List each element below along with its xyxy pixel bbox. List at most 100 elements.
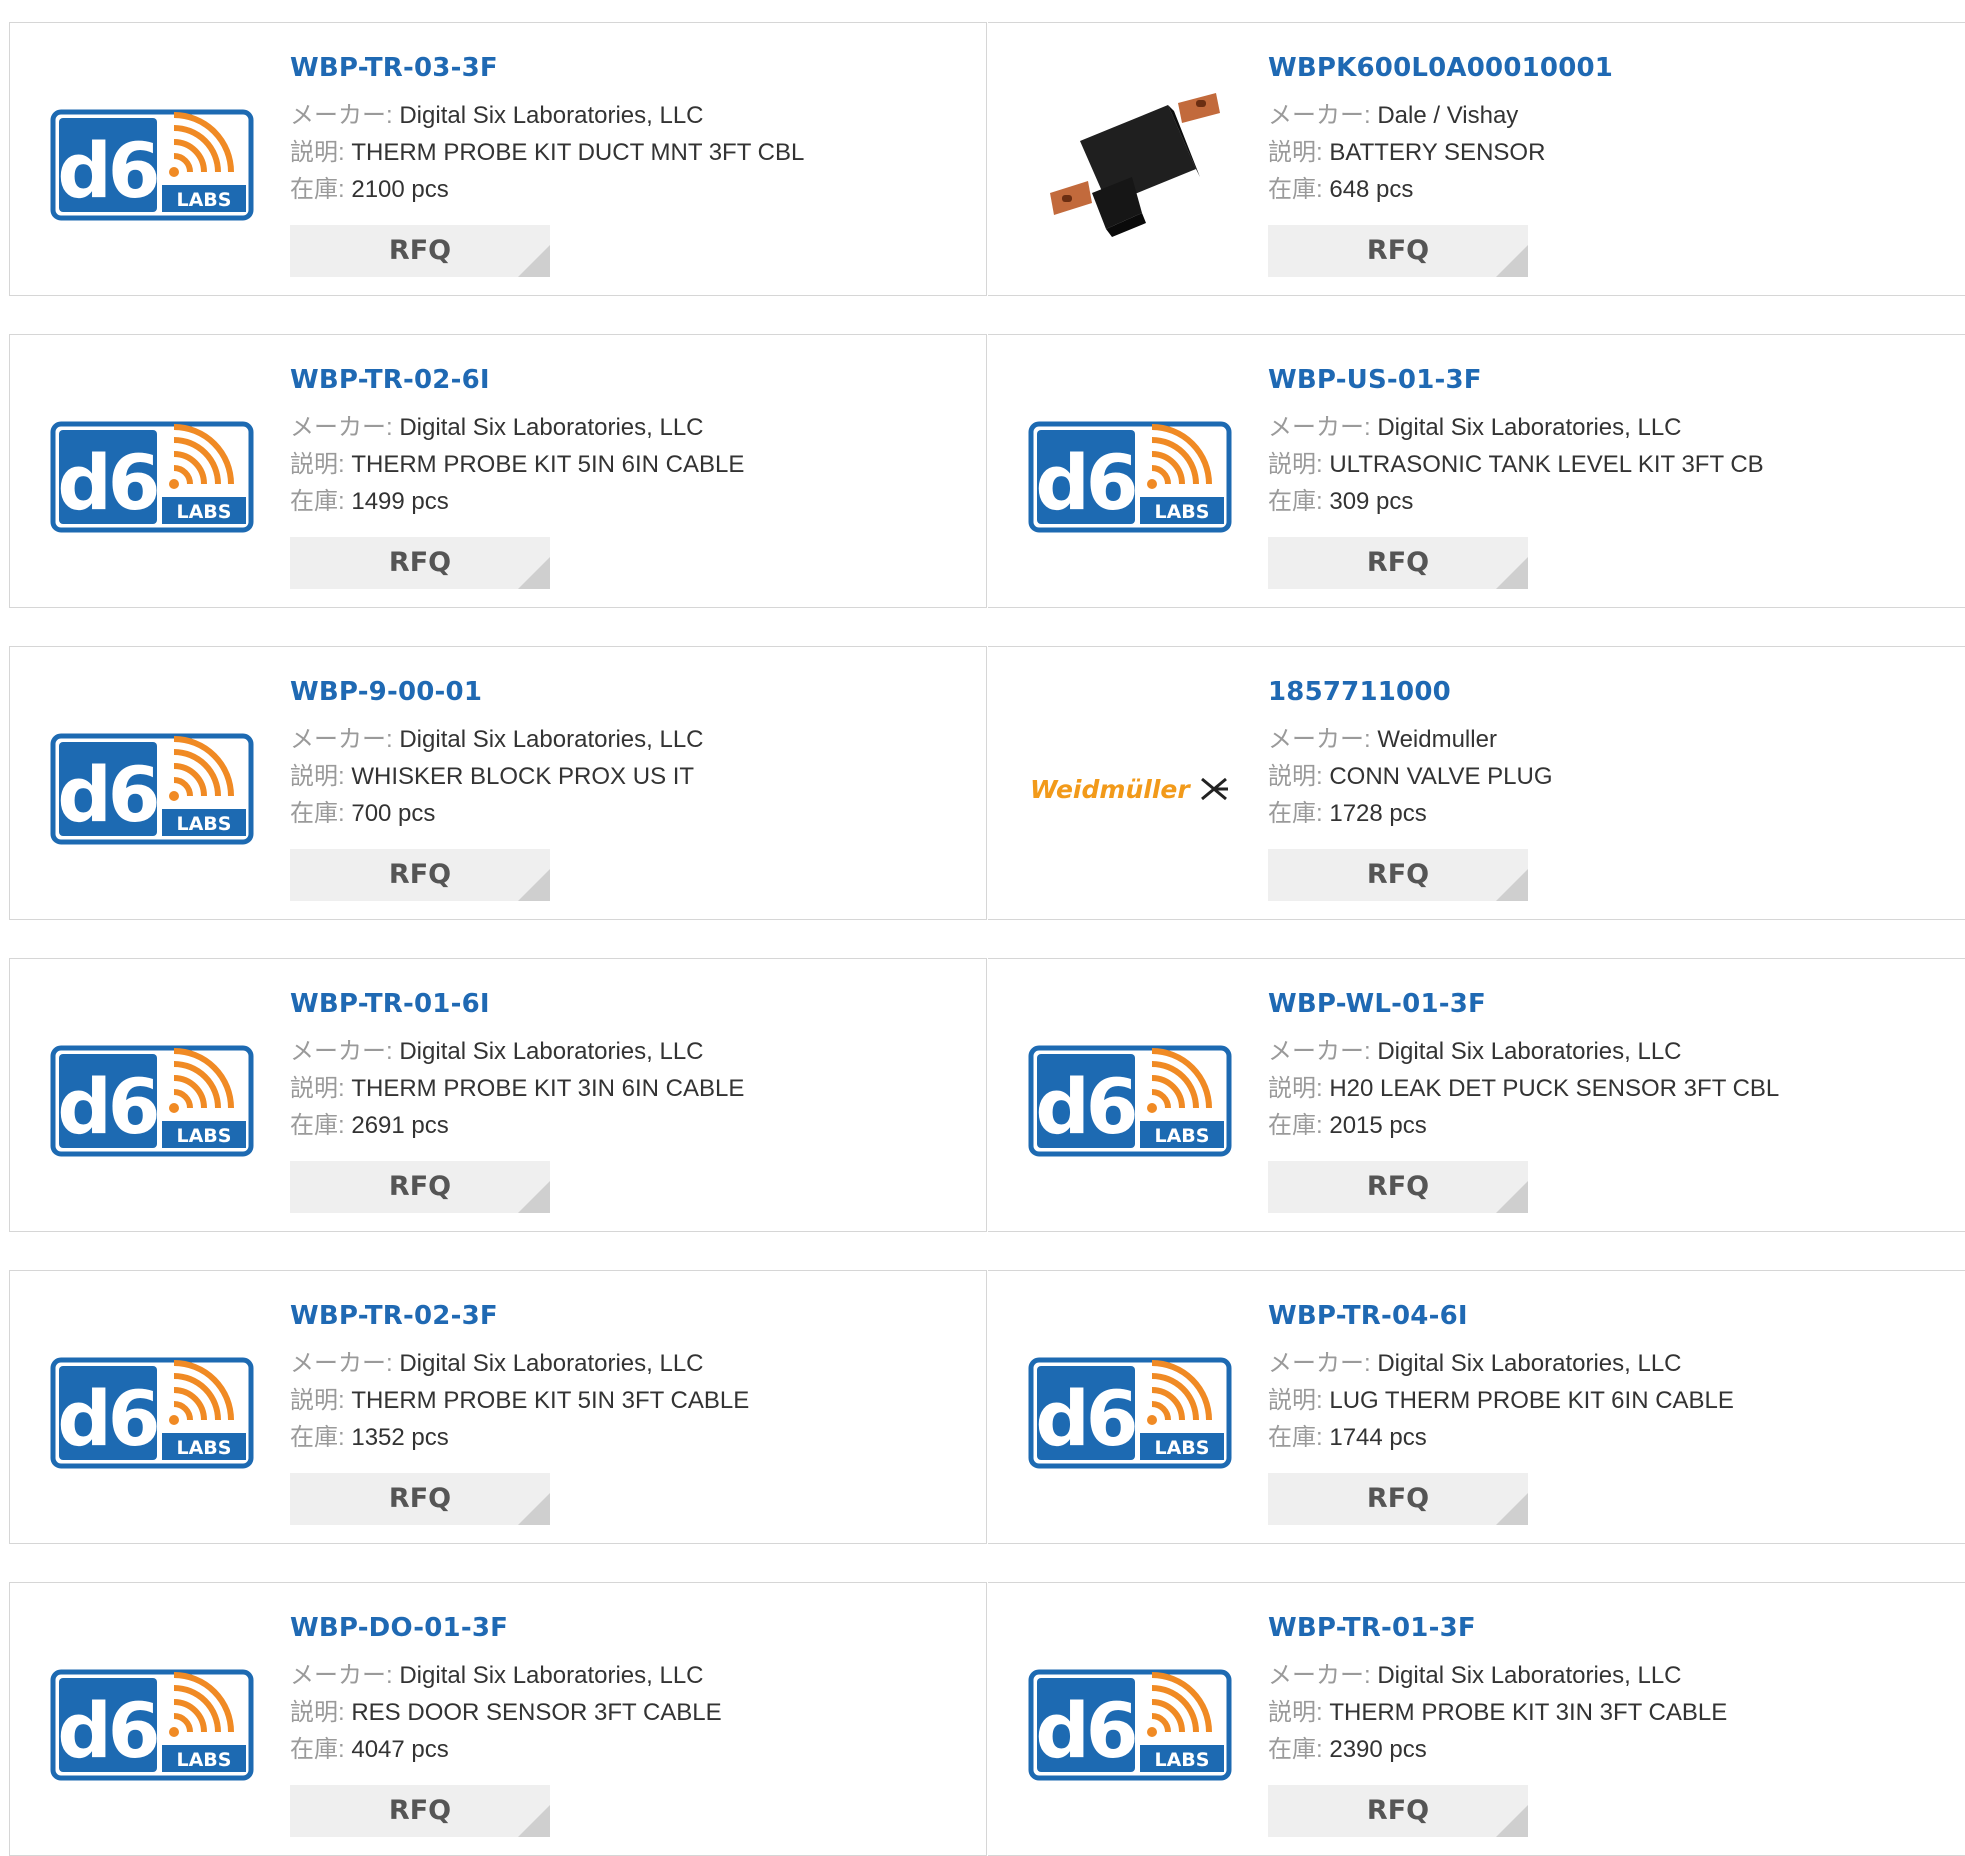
rfq-button[interactable]: RFQ	[290, 849, 550, 901]
d6-labs-logo[interactable]: d6 LABS	[1028, 421, 1232, 533]
maker-value: Digital Six Laboratories, LLC	[399, 102, 704, 129]
maker-label: メーカー:	[1268, 414, 1371, 441]
corner-triangle-icon	[1496, 1805, 1528, 1837]
description-row: 説明: WHISKER BLOCK PROX US IT	[290, 758, 704, 795]
stock-row: 在庫: 2691 pcs	[290, 1107, 744, 1144]
maker-label: メーカー:	[1268, 1662, 1371, 1689]
part-number-link[interactable]: WBP-TR-01-6I	[290, 989, 744, 1019]
maker-value: Digital Six Laboratories, LLC	[399, 726, 704, 753]
stock-row: 在庫: 1744 pcs	[1268, 1419, 1734, 1456]
part-number-link[interactable]: WBP-TR-02-3F	[290, 1301, 749, 1331]
description-value: THERM PROBE KIT 3IN 3FT CABLE	[1329, 1699, 1728, 1726]
stock-value: 1352 pcs	[351, 1424, 449, 1451]
stock-label: 在庫:	[1268, 1112, 1323, 1139]
part-number-link[interactable]: WBP-TR-02-6I	[290, 365, 744, 395]
maker-row: メーカー: Digital Six Laboratories, LLC	[1268, 1033, 1779, 1070]
svg-text:LABS: LABS	[1155, 1125, 1210, 1147]
product-card: d6 LABS WBP-US-01-3F メーカー: Digital Six Labo…	[988, 334, 1965, 608]
rfq-button[interactable]: RFQ	[1268, 1161, 1528, 1213]
part-number-link[interactable]: WBP-WL-01-3F	[1268, 989, 1779, 1019]
svg-text:d6: d6	[57, 438, 156, 527]
stock-value: 309 pcs	[1329, 488, 1414, 515]
part-number-link[interactable]: 1857711000	[1268, 677, 1553, 707]
part-number-link[interactable]: WBP-TR-03-3F	[290, 53, 804, 83]
rfq-button[interactable]: RFQ	[1268, 225, 1528, 277]
maker-value: Digital Six Laboratories, LLC	[1377, 1662, 1682, 1689]
stock-value: 1499 pcs	[351, 488, 449, 515]
part-number-link[interactable]: WBPK600L0A00010001	[1268, 53, 1613, 83]
description-label: 説明:	[290, 139, 345, 166]
part-number-link[interactable]: WBP-TR-01-3F	[1268, 1613, 1727, 1643]
maker-value: Digital Six Laboratories, LLC	[399, 414, 704, 441]
stock-label: 在庫:	[1268, 800, 1323, 827]
rfq-button[interactable]: RFQ	[290, 1785, 550, 1837]
d6-labs-logo[interactable]: d6 LABS	[1028, 1357, 1232, 1469]
rfq-label: RFQ	[388, 235, 452, 266]
svg-text:LABS: LABS	[1155, 1437, 1210, 1459]
description-row: 説明: THERM PROBE KIT 3IN 3FT CABLE	[1268, 1694, 1727, 1731]
d6-labs-logo[interactable]: d6 LABS	[50, 733, 254, 845]
d6-labs-logo[interactable]: d6 LABS	[50, 1357, 254, 1469]
rfq-button[interactable]: RFQ	[1268, 537, 1528, 589]
rfq-button[interactable]: RFQ	[1268, 849, 1528, 901]
svg-text:d6: d6	[57, 1374, 156, 1463]
rfq-button[interactable]: RFQ	[1268, 1473, 1528, 1525]
corner-triangle-icon	[1496, 869, 1528, 901]
description-label: 説明:	[290, 1075, 345, 1102]
weidmuller-logo[interactable]: Weidmüller	[1028, 733, 1232, 845]
rfq-button[interactable]: RFQ	[290, 225, 550, 277]
corner-triangle-icon	[518, 869, 550, 901]
d6-labs-logo[interactable]: d6 LABS	[50, 421, 254, 533]
svg-text:LABS: LABS	[177, 1437, 232, 1459]
maker-label: メーカー:	[290, 102, 393, 129]
maker-value: Digital Six Laboratories, LLC	[399, 1662, 704, 1689]
battery-sensor-photo[interactable]	[1028, 73, 1232, 253]
stock-row: 在庫: 2100 pcs	[290, 171, 804, 208]
maker-label: メーカー:	[1268, 102, 1371, 129]
svg-text:d6: d6	[1035, 1374, 1134, 1463]
description-label: 説明:	[1268, 139, 1323, 166]
description-row: 説明: THERM PROBE KIT 5IN 6IN CABLE	[290, 446, 744, 483]
rfq-button[interactable]: RFQ	[290, 1473, 550, 1525]
description-row: 説明: THERM PROBE KIT DUCT MNT 3FT CBL	[290, 134, 804, 171]
corner-triangle-icon	[518, 557, 550, 589]
maker-row: メーカー: Digital Six Laboratories, LLC	[290, 721, 704, 758]
stock-value: 2015 pcs	[1329, 1112, 1427, 1139]
stock-row: 在庫: 1728 pcs	[1268, 795, 1553, 832]
part-number-link[interactable]: WBP-DO-01-3F	[290, 1613, 722, 1643]
description-label: 説明:	[1268, 1075, 1323, 1102]
rfq-button[interactable]: RFQ	[290, 1161, 550, 1213]
description-value: THERM PROBE KIT 5IN 6IN CABLE	[351, 451, 745, 478]
rfq-button[interactable]: RFQ	[1268, 1785, 1528, 1837]
rfq-label: RFQ	[1366, 1171, 1430, 1202]
description-value: RES DOOR SENSOR 3FT CABLE	[351, 1699, 722, 1726]
d6-labs-logo[interactable]: d6 LABS	[50, 109, 254, 221]
rfq-label: RFQ	[1366, 235, 1430, 266]
corner-triangle-icon	[518, 245, 550, 277]
stock-value: 1728 pcs	[1329, 800, 1427, 827]
description-label: 説明:	[1268, 451, 1323, 478]
d6-labs-logo[interactable]: d6 LABS	[50, 1045, 254, 1157]
svg-text:LABS: LABS	[1155, 501, 1210, 523]
svg-text:LABS: LABS	[177, 189, 232, 211]
stock-value: 2691 pcs	[351, 1112, 449, 1139]
d6-labs-logo[interactable]: d6 LABS	[50, 1669, 254, 1781]
stock-value: 4047 pcs	[351, 1736, 449, 1763]
part-number-link[interactable]: WBP-US-01-3F	[1268, 365, 1764, 395]
description-row: 説明: THERM PROBE KIT 5IN 3FT CABLE	[290, 1382, 749, 1419]
part-number-link[interactable]: WBP-TR-04-6I	[1268, 1301, 1734, 1331]
d6-labs-logo[interactable]: d6 LABS	[1028, 1045, 1232, 1157]
description-label: 説明:	[290, 451, 345, 478]
stock-label: 在庫:	[290, 1112, 345, 1139]
rfq-label: RFQ	[1366, 859, 1430, 890]
rfq-label: RFQ	[1366, 1795, 1430, 1826]
rfq-button[interactable]: RFQ	[290, 537, 550, 589]
description-value: LUG THERM PROBE KIT 6IN CABLE	[1329, 1387, 1734, 1414]
corner-triangle-icon	[518, 1181, 550, 1213]
d6-labs-logo[interactable]: d6 LABS	[1028, 1669, 1232, 1781]
description-value: THERM PROBE KIT 5IN 3FT CABLE	[351, 1387, 750, 1414]
rfq-label: RFQ	[388, 1795, 452, 1826]
part-number-link[interactable]: WBP-9-00-01	[290, 677, 704, 707]
maker-row: メーカー: Digital Six Laboratories, LLC	[1268, 1657, 1727, 1694]
stock-label: 在庫:	[290, 176, 345, 203]
